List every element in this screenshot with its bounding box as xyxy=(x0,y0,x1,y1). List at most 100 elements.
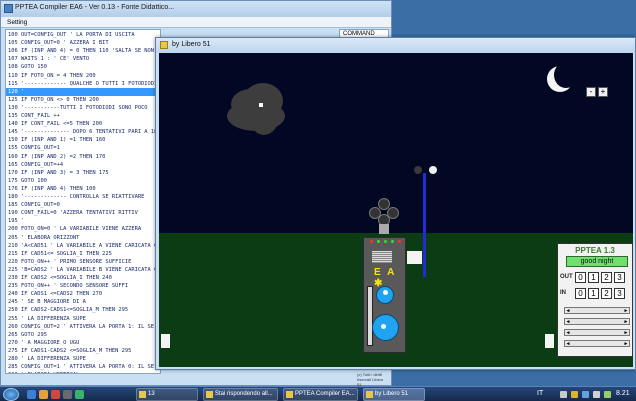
out-box-0[interactable]: 0 xyxy=(575,272,586,283)
code-line[interactable]: 230 IF CADS2 <=SOGLIA_I THEN 240 xyxy=(8,274,112,282)
scroll-left-icon[interactable]: ◄ xyxy=(565,308,571,314)
code-line[interactable]: 220 FOTO_ON++ ' PRIMO SENSORE SUFFICIE xyxy=(8,258,131,266)
sensor-light xyxy=(429,166,437,174)
taskbar-item[interactable]: by Libero 51 xyxy=(363,388,425,401)
simulator-titlebar[interactable]: by Libero 51 xyxy=(156,38,635,53)
tray-shield-icon[interactable] xyxy=(571,391,578,398)
quicklaunch-ie-icon[interactable] xyxy=(27,390,36,399)
code-line[interactable]: 160 IF (INP AND 2) =2 THEN 170 xyxy=(8,153,105,161)
tray-app-icon[interactable] xyxy=(582,391,589,398)
knob-small[interactable] xyxy=(376,286,394,304)
code-line[interactable]: 125 IF FOTO_ON <> 0 THEN 200 xyxy=(8,96,99,104)
code-line[interactable]: 210 'A<CAD51 ' LA VARIABILE A VIENE CARI… xyxy=(8,242,160,250)
scroll-left-icon[interactable]: ◄ xyxy=(565,319,571,325)
code-line[interactable]: 255 ' LA DIFFERENZA SUPE xyxy=(8,315,86,323)
door-left xyxy=(161,334,170,348)
scroll-right-icon[interactable]: ► xyxy=(623,308,629,314)
code-line[interactable]: 135 CONT_FAIL ++ xyxy=(8,112,60,120)
quicklaunch-app2-icon[interactable] xyxy=(75,390,84,399)
out-box-2[interactable]: 2 xyxy=(601,272,612,283)
code-line[interactable]: 106 IF (INP AND 4) = 0 THEN 110 'SALTA S… xyxy=(8,47,160,55)
menu-setting[interactable]: Setting xyxy=(7,19,27,26)
compiler-titlebar[interactable]: PPTEA Compiler EA6 - Ver 0.13 - Fonte Di… xyxy=(1,1,391,17)
code-line[interactable]: 130 '-----------TUTTI I FOTODIODI SONO P… xyxy=(8,104,148,112)
led-red xyxy=(370,240,373,243)
code-editor[interactable]: 100 OUT=CONFIG_OUT ' LA PORTA DI USCITA 1… xyxy=(5,29,161,374)
tray-power-icon[interactable] xyxy=(604,391,611,398)
zoom-in-button[interactable]: + xyxy=(598,87,608,97)
code-line[interactable]: 120 ' xyxy=(6,87,160,96)
panel-scrollbar[interactable]: ◄ ► xyxy=(564,318,630,325)
taskbar: 13 Stai rispondendo all... PPTEA Compiler … xyxy=(0,386,636,401)
code-line[interactable]: 110 IF FOTO_ON = 4 THEN 200 xyxy=(8,72,96,80)
code-line[interactable]: 275 IF CADS1-CADS2 <=SOGLIA_M THEN 295 xyxy=(8,347,131,355)
code-line[interactable]: 235 FOTO_ON++ ' SECONDO SENSORE SUFFI xyxy=(8,282,128,290)
scroll-left-icon[interactable]: ◄ xyxy=(565,341,571,347)
code-line[interactable]: 205 ' ELABORA ORIZZONT xyxy=(8,234,79,242)
panel-scrollbar[interactable]: ◄ ► xyxy=(564,329,630,336)
code-line[interactable]: 115 '------------- QUALCHE O TUTTI I FOT… xyxy=(8,80,160,88)
code-line[interactable]: 190 CONT_FAIL=0 'AZZERA TENTATIVI RITTIV xyxy=(8,209,138,217)
code-line[interactable]: 215 IF CAD51<= SOGLIA_I THEN 225 xyxy=(8,250,112,258)
code-line[interactable]: 195 ' xyxy=(8,217,24,225)
code-line[interactable]: 108 GOTO 150 xyxy=(8,63,47,71)
language-indicator[interactable]: IT xyxy=(537,390,543,397)
out-box-1[interactable]: 1 xyxy=(588,272,599,283)
code-line[interactable]: 270 ' A MAGGIORE O UGU xyxy=(8,339,79,347)
quicklaunch-app-icon[interactable] xyxy=(63,390,72,399)
board-label: E A ✱ xyxy=(374,267,396,289)
code-line[interactable]: 200 FOTO_ON=0 ' LA VARIABILE VIENE AZZER… xyxy=(8,225,141,233)
code-line[interactable]: 165 CONFIG_OUT=+4 xyxy=(8,161,63,169)
code-line[interactable]: 180 '------------- CONTROLLA SE RIATTIVA… xyxy=(8,193,144,201)
code-line[interactable]: 176 IF (INP AND 4) THEN 100 xyxy=(8,185,96,193)
zoom-out-button[interactable]: - xyxy=(586,87,596,97)
code-line[interactable]: 140 IF CONT_FAIL <=5 THEN 200 xyxy=(8,120,102,128)
taskbar-item-label: 13 xyxy=(148,391,155,397)
in-box-0[interactable]: 0 xyxy=(575,288,586,299)
in-box-1[interactable]: 1 xyxy=(588,288,599,299)
start-button[interactable] xyxy=(3,388,19,401)
taskbar-item-icon xyxy=(139,391,146,398)
panel-scrollbar[interactable]: ◄ ► xyxy=(564,340,630,347)
in-box-3[interactable]: 3 xyxy=(614,288,625,299)
code-line[interactable]: 145 '-------------- DOPO 6 TENTATIVI PAR… xyxy=(8,128,160,136)
code-line[interactable]: 175 GOTO 100 xyxy=(8,177,47,185)
sensor-dark xyxy=(414,166,422,174)
status-badge: good night xyxy=(566,256,628,267)
simulator-window-title: by Libero 51 xyxy=(172,41,211,48)
code-line[interactable]: 245 ' SE B MAGGIORE DI A xyxy=(8,298,86,306)
code-line[interactable]: 150 IF (INP AND 1) =1 THEN 160 xyxy=(8,136,105,144)
scroll-right-icon[interactable]: ► xyxy=(623,341,629,347)
out-label: OUT xyxy=(560,274,573,280)
code-line[interactable]: 225 'B=CADS2 ' LA VARIABILE B VIENE CARI… xyxy=(8,266,160,274)
code-line[interactable]: 107 WAITS 1 : ' CE' VENTO xyxy=(8,55,89,63)
tray-volume-icon[interactable] xyxy=(593,391,600,398)
out-box-3[interactable]: 3 xyxy=(614,272,625,283)
taskbar-item[interactable]: Stai rispondendo all... xyxy=(203,388,278,401)
panel-scrollbar[interactable]: ◄ ► xyxy=(564,307,630,314)
simulator-window[interactable]: by Libero 51 - + E A ✱ PPTEA 1.3 good ni… xyxy=(155,37,636,370)
code-line[interactable]: 100 OUT=CONFIG_OUT ' LA PORTA DI USCITA xyxy=(8,31,135,39)
code-line[interactable]: 260 CONFIG_OUT=2 ' ATTIVERA LA PORTA 1: … xyxy=(8,323,154,331)
scroll-right-icon[interactable]: ► xyxy=(623,330,629,336)
taskbar-item[interactable]: PPTEA Compiler EA... xyxy=(283,388,358,401)
in-box-2[interactable]: 2 xyxy=(601,288,612,299)
code-line[interactable]: 240 IF CADS1 <=CADS2 THEN 270 xyxy=(8,290,102,298)
scroll-left-icon[interactable]: ◄ xyxy=(565,330,571,336)
code-line[interactable]: 285 CONFIG_OUT=1 ' ATTIVERA LA PORTA 0: … xyxy=(8,363,154,371)
code-line[interactable]: 185 CONFIG_OUT=0 xyxy=(8,201,60,209)
board-slider[interactable] xyxy=(367,286,373,346)
quicklaunch-folder-icon[interactable] xyxy=(39,390,48,399)
scroll-right-icon[interactable]: ► xyxy=(623,319,629,325)
code-line[interactable]: 105 CONFIG_OUT=0 ' AZZERA I BIT xyxy=(8,39,109,47)
taskbar-item[interactable]: 13 xyxy=(136,388,198,401)
code-line[interactable]: 290 ' ELABORA VERTICAL xyxy=(8,371,79,373)
code-line[interactable]: 280 ' LA DIFFERENZA SUPE xyxy=(8,355,86,363)
tray-network-icon[interactable] xyxy=(560,391,567,398)
code-line[interactable]: 155 CONFIG_OUT=1 xyxy=(8,144,60,152)
code-line[interactable]: 265 GOTO 295 xyxy=(8,331,47,339)
code-line[interactable]: 170 IF (INP AND 3) = 3 THEN 175 xyxy=(8,169,109,177)
led-red-2 xyxy=(398,240,401,243)
code-line[interactable]: 250 IF CADS2-CADS1<=SOGLIA_M THEN 295 xyxy=(8,306,128,314)
quicklaunch-media-icon[interactable] xyxy=(51,390,60,399)
